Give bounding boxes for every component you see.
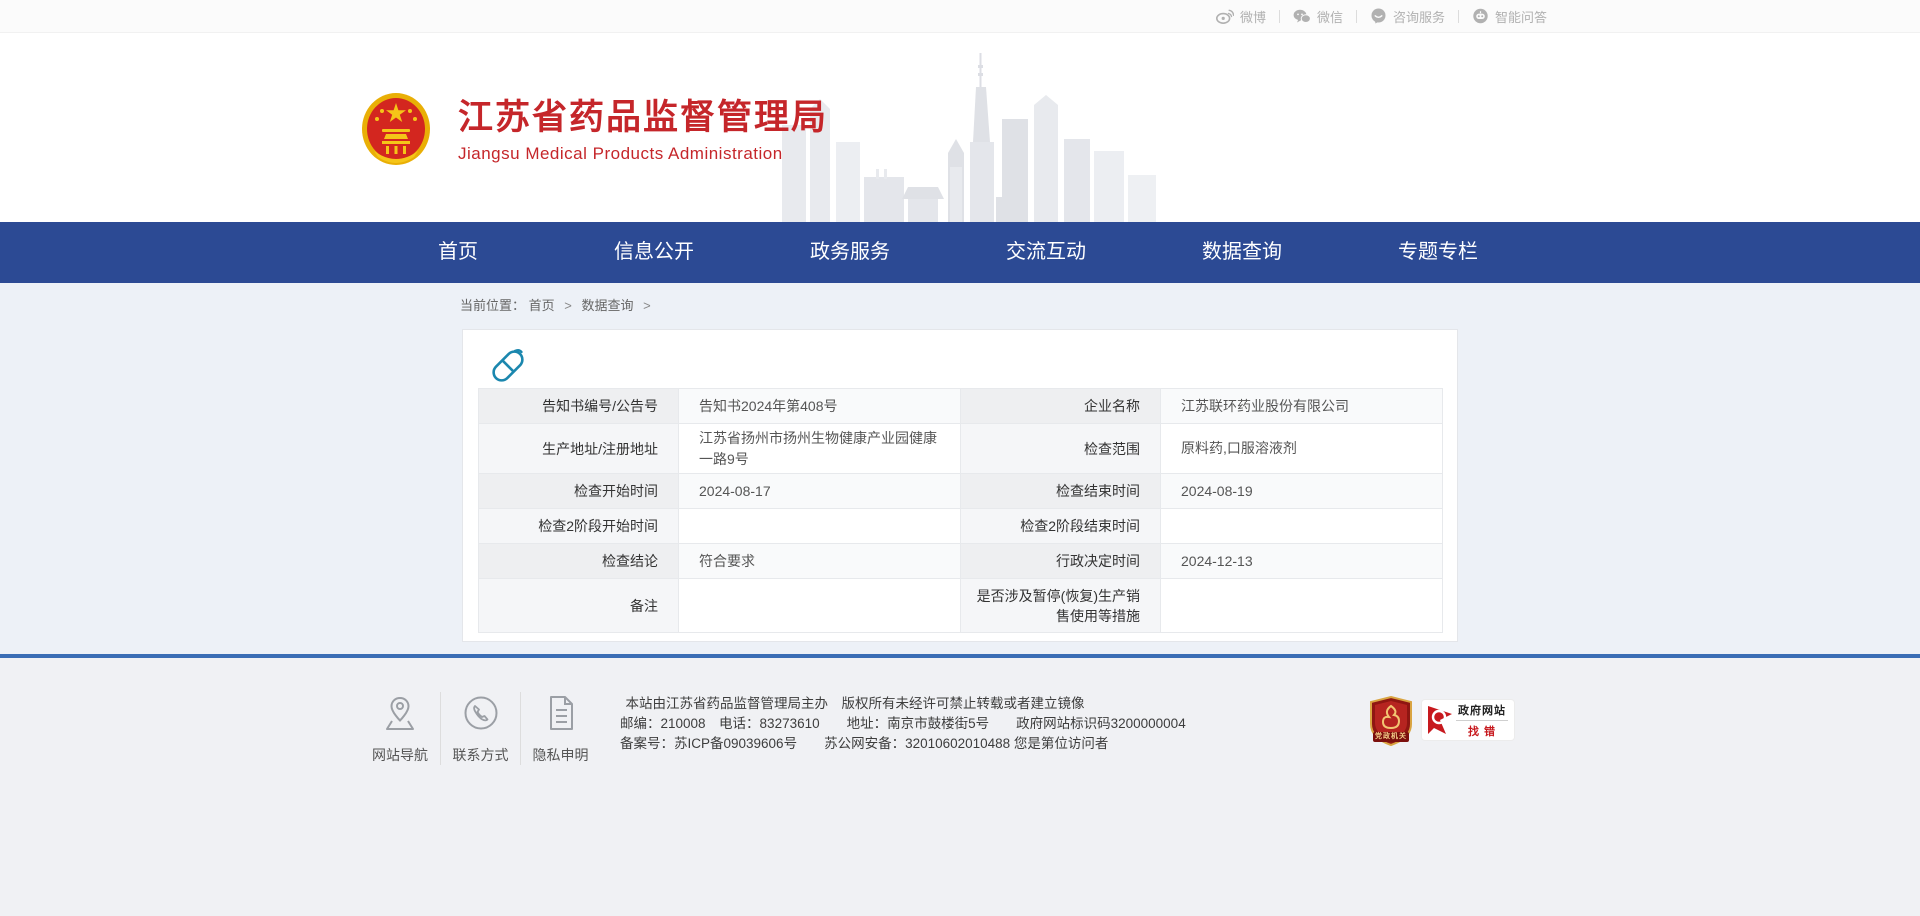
site-logo[interactable]: 江苏省药品监督管理局 Jiangsu Medical Products Admi…	[360, 91, 828, 171]
nav-item-gov-services[interactable]: 政务服务	[752, 222, 948, 283]
footer-links: 网站导航 联系方式 隐私申明	[360, 692, 600, 765]
phone-icon	[462, 694, 500, 732]
smart-qa-link[interactable]: 智能问答	[1459, 7, 1560, 26]
wechat-label: 微信	[1317, 7, 1343, 26]
table-label: 生产地址/注册地址	[479, 424, 679, 474]
breadcrumb-data-query-link[interactable]: 数据查询	[582, 298, 634, 313]
table-value: 告知书2024年第408号	[679, 389, 961, 424]
consult-service-link[interactable]: 咨询服务	[1357, 7, 1458, 26]
party-gov-badge-label: 党政机关	[1369, 731, 1413, 741]
footer-info-text: 本站由江苏省药品监督管理局主办 版权所有未经许可禁止转载或者建立镜像 邮编：21…	[620, 692, 1090, 754]
table-label: 备注	[479, 579, 679, 633]
footer-link-label: 联系方式	[441, 745, 520, 765]
party-gov-badge[interactable]: 党政机关	[1369, 696, 1413, 746]
inspection-detail-table: 告知书编号/公告号 告知书2024年第408号 企业名称 江苏联环药业股份有限公…	[478, 388, 1443, 633]
table-row: 检查2阶段开始时间 检查2阶段结束时间	[479, 509, 1443, 544]
error-report-badge[interactable]: 政府网站 找错	[1422, 700, 1514, 740]
site-title: 江苏省药品监督管理局	[458, 98, 828, 138]
site-header: 江苏省药品监督管理局 Jiangsu Medical Products Admi…	[0, 33, 1920, 222]
document-icon	[544, 694, 578, 732]
table-value: 江苏联环药业股份有限公司	[1161, 389, 1443, 424]
site-footer: 网站导航 联系方式 隐私申明 本站由江苏省药品监督管理局主办 版权所有未经许可禁…	[0, 658, 1920, 916]
nav-item-interaction[interactable]: 交流互动	[948, 222, 1144, 283]
national-emblem-icon	[360, 91, 432, 171]
table-value: 2024-08-19	[1161, 474, 1443, 509]
table-value: 原料药,口服溶液剂	[1161, 424, 1443, 474]
table-row: 备注 是否涉及暂停(恢复)生产销售使用等措施	[479, 579, 1443, 633]
table-value: 2024-08-17	[679, 474, 961, 509]
smart-qa-label: 智能问答	[1495, 7, 1547, 26]
table-row: 告知书编号/公告号 告知书2024年第408号 企业名称 江苏联环药业股份有限公…	[479, 389, 1443, 424]
breadcrumb-prefix: 当前位置：	[460, 298, 525, 313]
table-label: 行政决定时间	[961, 544, 1161, 579]
site-subtitle: Jiangsu Medical Products Administration	[458, 144, 828, 164]
weibo-link[interactable]: 微博	[1203, 7, 1279, 26]
footer-link-label: 隐私申明	[521, 745, 600, 765]
nav-item-special-topics[interactable]: 专题专栏	[1340, 222, 1536, 283]
breadcrumb: 当前位置： 首页 > 数据查询 >	[360, 283, 1560, 329]
error-report-magnifier-icon	[1426, 704, 1456, 736]
nav-item-data-query[interactable]: 数据查询	[1144, 222, 1340, 283]
table-label: 检查结论	[479, 544, 679, 579]
wechat-icon	[1293, 9, 1311, 24]
table-label: 告知书编号/公告号	[479, 389, 679, 424]
consult-service-icon	[1370, 8, 1387, 24]
pill-icon	[488, 344, 528, 384]
breadcrumb-home-link[interactable]: 首页	[529, 298, 555, 313]
table-value	[1161, 579, 1443, 633]
table-label: 检查开始时间	[479, 474, 679, 509]
weibo-icon	[1216, 9, 1234, 24]
nav-item-home[interactable]: 首页	[360, 222, 556, 283]
error-report-badge-title: 政府网站	[1456, 702, 1508, 721]
weibo-label: 微博	[1240, 7, 1266, 26]
table-row: 生产地址/注册地址 江苏省扬州市扬州生物健康产业园健康一路9号 检查范围 原料药…	[479, 424, 1443, 474]
table-label: 检查结束时间	[961, 474, 1161, 509]
footer-link-privacy[interactable]: 隐私申明	[520, 692, 600, 765]
footer-line-1: 本站由江苏省药品监督管理局主办 版权所有未经许可禁止转载或者建立镜像	[620, 694, 1090, 714]
footer-line-3: 备案号：苏ICP备09039606号 苏公网安备：32010602010488 …	[620, 734, 1090, 754]
nav-item-info-disclosure[interactable]: 信息公开	[556, 222, 752, 283]
consult-service-label: 咨询服务	[1393, 7, 1445, 26]
table-value	[679, 509, 961, 544]
detail-panel: 告知书编号/公告号 告知书2024年第408号 企业名称 江苏联环药业股份有限公…	[462, 329, 1458, 642]
footer-badges: 党政机关 政府网站 找错	[1369, 692, 1514, 746]
wechat-link[interactable]: 微信	[1280, 7, 1356, 26]
table-value	[679, 579, 961, 633]
top-utility-bar: 微博 微信 咨询服务 智能问答	[0, 0, 1920, 33]
footer-link-contact[interactable]: 联系方式	[440, 692, 520, 765]
breadcrumb-separator: >	[564, 298, 572, 313]
table-row: 检查结论 符合要求 行政决定时间 2024-12-13	[479, 544, 1443, 579]
error-report-badge-subtitle: 找错	[1460, 721, 1508, 739]
smart-qa-icon	[1472, 8, 1489, 24]
footer-line-2: 邮编：210008 电话：83273610 地址：南京市鼓楼街5号 政府网站标识…	[620, 714, 1090, 734]
main-navbar: 首页 信息公开 政务服务 交流互动 数据查询 专题专栏	[0, 222, 1920, 283]
table-label: 是否涉及暂停(恢复)生产销售使用等措施	[961, 579, 1161, 633]
breadcrumb-separator: >	[643, 298, 651, 313]
table-label: 检查范围	[961, 424, 1161, 474]
map-pin-icon	[382, 694, 418, 732]
table-label: 检查2阶段结束时间	[961, 509, 1161, 544]
table-value	[1161, 509, 1443, 544]
footer-link-sitemap[interactable]: 网站导航	[360, 692, 440, 765]
table-value: 2024-12-13	[1161, 544, 1443, 579]
table-label: 检查2阶段开始时间	[479, 509, 679, 544]
content-area: 当前位置： 首页 > 数据查询 > 告知书编号/公告号 告知书2024年第4	[0, 283, 1920, 654]
footer-link-label: 网站导航	[360, 745, 440, 765]
table-row: 检查开始时间 2024-08-17 检查结束时间 2024-08-19	[479, 474, 1443, 509]
city-skyline-graphic	[780, 47, 1160, 222]
table-value: 符合要求	[679, 544, 961, 579]
table-label: 企业名称	[961, 389, 1161, 424]
table-value: 江苏省扬州市扬州生物健康产业园健康一路9号	[679, 424, 961, 474]
